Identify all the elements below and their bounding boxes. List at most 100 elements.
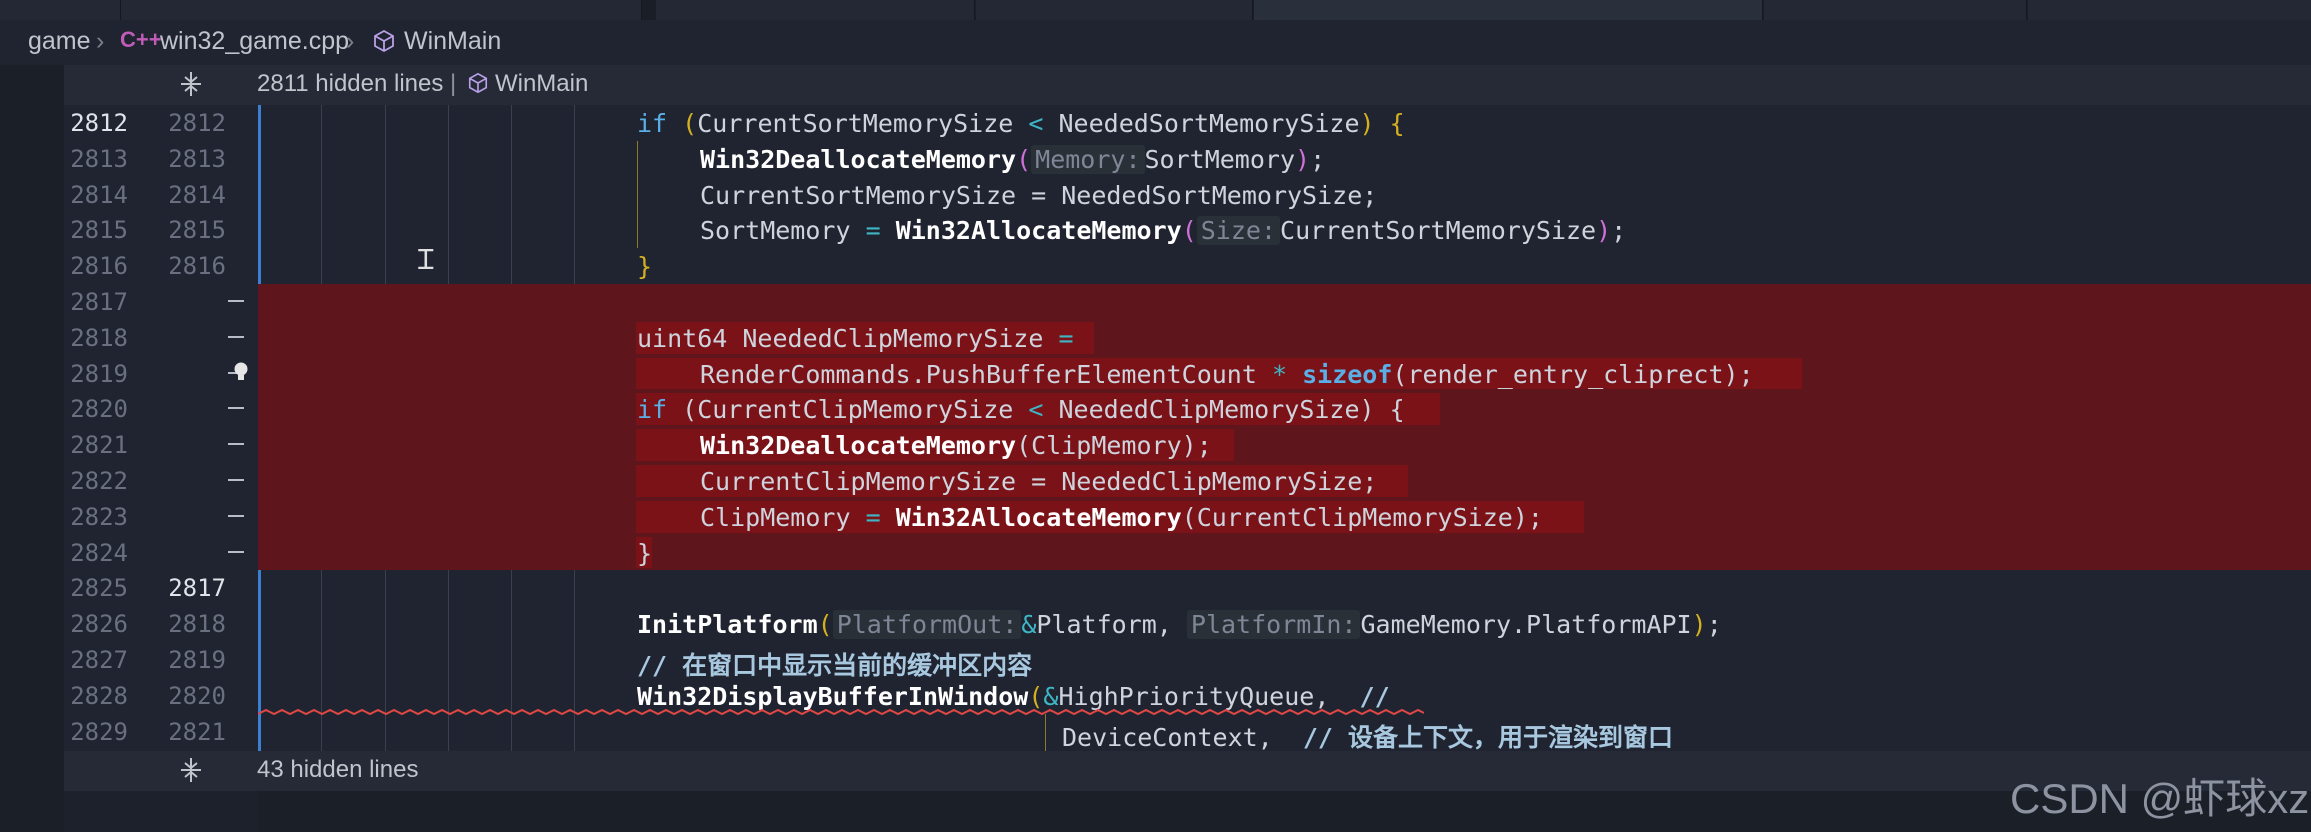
code-line[interactable]: 2825 2817 bbox=[0, 570, 2311, 606]
code-text[interactable]: uint64 NeededClipMemorySize = bbox=[637, 324, 1074, 353]
code-line[interactable]: 2826 2818 InitPlatform(PlatformOut: &Plat… bbox=[0, 606, 2311, 642]
line-number-modified: 2814 bbox=[168, 180, 226, 209]
code-line[interactable]: 2812 2812 if (CurrentSortMemorySize < Ne… bbox=[0, 105, 2311, 141]
editor-tab[interactable] bbox=[0, 0, 121, 20]
code-text[interactable]: CurrentClipMemorySize = NeededClipMemory… bbox=[700, 467, 1377, 496]
code-comment[interactable]: // 在窗口中显示当前的缓冲区内容 bbox=[637, 646, 1032, 682]
watermark: CSDN @虾球xz bbox=[2010, 775, 2310, 822]
fold-hidden-count: 2811 hidden lines bbox=[257, 70, 444, 97]
line-number-original: 2818 bbox=[70, 323, 128, 352]
fold-label: 2811 hidden lines | WinMain bbox=[257, 70, 588, 98]
cpp-file-icon: C++ bbox=[120, 27, 162, 52]
deleted-line[interactable]: 2818 uint64 NeededClipMemorySize = bbox=[0, 319, 2311, 356]
code-text[interactable]: } bbox=[637, 539, 652, 568]
code-line[interactable]: 2814 2814 CurrentSortMemorySize = Needed… bbox=[0, 177, 2311, 213]
deleted-line[interactable]: 2824 } bbox=[0, 534, 2311, 571]
code-line[interactable]: 2827 2819 // 在窗口中显示当前的缓冲区内容 bbox=[0, 642, 2311, 680]
block-guide bbox=[637, 141, 638, 248]
fold-symbol: WinMain bbox=[494, 70, 589, 97]
line-number-original: 2815 bbox=[70, 216, 128, 245]
line-number-original: 2825 bbox=[70, 574, 128, 603]
line-number-modified: 2819 bbox=[168, 646, 226, 674]
deleted-line[interactable]: 2819 RenderCommands.PushBufferElementCou… bbox=[0, 355, 2311, 392]
code-text[interactable]: if (CurrentSortMemorySize < NeededSortMe… bbox=[637, 109, 1405, 138]
editor-tab[interactable] bbox=[121, 0, 642, 20]
fold-icon[interactable] bbox=[176, 755, 206, 785]
editor-tab[interactable] bbox=[1764, 0, 2027, 20]
deleted-marker bbox=[228, 407, 244, 410]
line-number-original: 2822 bbox=[70, 467, 128, 495]
editor-tab-active[interactable] bbox=[1254, 0, 1763, 20]
editor-tab-strip bbox=[0, 0, 2311, 20]
deleted-marker bbox=[228, 300, 244, 302]
line-number-original: 2821 bbox=[70, 431, 128, 460]
breadcrumb: game › C++ win32_game.cpp › WinMain bbox=[0, 20, 2311, 65]
code-line[interactable]: 2816 2816 } bbox=[0, 248, 2311, 284]
lightbulb-icon[interactable] bbox=[232, 361, 250, 383]
cube-icon bbox=[374, 29, 394, 53]
error-squiggle bbox=[258, 708, 1424, 716]
editor-tab[interactable] bbox=[2028, 0, 2311, 20]
line-number-modified: 2821 bbox=[168, 717, 226, 746]
code-text[interactable]: } bbox=[637, 252, 652, 281]
deleted-marker bbox=[228, 443, 244, 446]
line-number-modified: 2817 bbox=[168, 574, 226, 603]
deleted-line[interactable]: 2822 CurrentClipMemorySize = NeededClipM… bbox=[0, 463, 2311, 499]
line-number-modified: 2815 bbox=[168, 216, 226, 245]
editor-bottom bbox=[64, 791, 2311, 832]
line-number-original: 2820 bbox=[70, 395, 128, 424]
hidden-lines-fold-top[interactable]: 2811 hidden lines | WinMain bbox=[64, 65, 2311, 105]
editor-tab[interactable] bbox=[656, 0, 975, 20]
cube-icon bbox=[468, 72, 488, 94]
line-number-modified: 2818 bbox=[168, 610, 226, 639]
line-number-original: 2812 bbox=[70, 109, 128, 137]
deleted-marker bbox=[228, 335, 244, 338]
code-line[interactable]: 2829 2821 DeviceContext, // 设备上下文，用于渲染到窗… bbox=[0, 714, 2311, 752]
code-text[interactable]: Win32DeallocateMemory(ClipMemory); bbox=[700, 431, 1212, 460]
code-text[interactable]: InitPlatform(PlatformOut: &Platform, Plat… bbox=[637, 610, 1722, 640]
text-cursor-icon: Ɪ bbox=[418, 243, 434, 276]
code-text[interactable]: Win32DisplayBufferInWindow(&HighPriority… bbox=[637, 682, 1390, 711]
deleted-line[interactable]: 2817 bbox=[0, 284, 2311, 320]
inlay-hint: Memory: bbox=[1031, 144, 1145, 174]
code-text[interactable]: DeviceContext, // 设备上下文，用于渲染到窗口 bbox=[1062, 718, 1673, 754]
code-text[interactable]: SortMemory = Win32AllocateMemory(Size: Cu… bbox=[700, 216, 1626, 246]
line-number-modified: 2813 bbox=[168, 144, 226, 173]
deleted-marker bbox=[228, 479, 244, 481]
inlay-hint: Size: bbox=[1196, 216, 1281, 246]
code-text[interactable]: if (CurrentClipMemorySize < NeededClipMe… bbox=[637, 395, 1405, 424]
line-number-original: 2827 bbox=[70, 646, 128, 674]
fold-icon[interactable] bbox=[176, 69, 206, 99]
breadcrumb-file[interactable]: win32_game.cpp bbox=[160, 27, 349, 56]
code-text[interactable]: Win32DeallocateMemory(Memory: SortMemory)… bbox=[700, 144, 1325, 174]
line-number-original: 2816 bbox=[70, 252, 128, 281]
code-line[interactable]: 2815 2815 SortMemory = Win32AllocateMemo… bbox=[0, 212, 2311, 248]
fold-separator: | bbox=[450, 70, 457, 97]
deleted-line[interactable]: 2823 ClipMemory = Win32AllocateMemory(Cu… bbox=[0, 498, 2311, 535]
deleted-marker bbox=[228, 514, 244, 517]
line-number-original: 2824 bbox=[70, 538, 128, 567]
chevron-right-icon: › bbox=[96, 27, 105, 55]
deleted-line[interactable]: 2821 Win32DeallocateMemory(ClipMemory); bbox=[0, 427, 2311, 463]
code-text[interactable]: RenderCommands.PushBufferElementCount * … bbox=[700, 360, 1754, 389]
line-number-original: 2828 bbox=[70, 681, 128, 710]
code-text[interactable]: CurrentSortMemorySize = NeededSortMemory… bbox=[700, 181, 1377, 210]
breadcrumb-symbol[interactable]: WinMain bbox=[404, 27, 501, 56]
deleted-line[interactable]: 2820 if (CurrentClipMemorySize < NeededC… bbox=[0, 391, 2311, 428]
code-line[interactable]: 2813 2813 Win32DeallocateMemory(Memory: S… bbox=[0, 141, 2311, 177]
line-number-original: 2826 bbox=[70, 610, 128, 639]
editor-tab[interactable] bbox=[976, 0, 1253, 20]
breadcrumb-folder[interactable]: game bbox=[28, 27, 91, 56]
chevron-right-icon: › bbox=[346, 27, 355, 55]
modified-indicator bbox=[258, 105, 261, 284]
line-number-original: 2813 bbox=[70, 144, 128, 173]
diff-editor[interactable]: 2812 2812 if (CurrentSortMemorySize < Ne… bbox=[0, 105, 2311, 752]
line-number-modified: 2820 bbox=[168, 681, 226, 710]
fold-label: 43 hidden lines bbox=[257, 756, 419, 783]
code-text[interactable]: ClipMemory = Win32AllocateMemory(Current… bbox=[700, 503, 1543, 532]
inlay-hint: PlatformIn: bbox=[1186, 610, 1361, 640]
block-guide bbox=[1045, 714, 1046, 751]
hidden-lines-fold-bottom[interactable]: 43 hidden lines bbox=[64, 751, 2311, 791]
line-number-modified: 2812 bbox=[168, 109, 226, 137]
deleted-marker bbox=[228, 550, 244, 553]
